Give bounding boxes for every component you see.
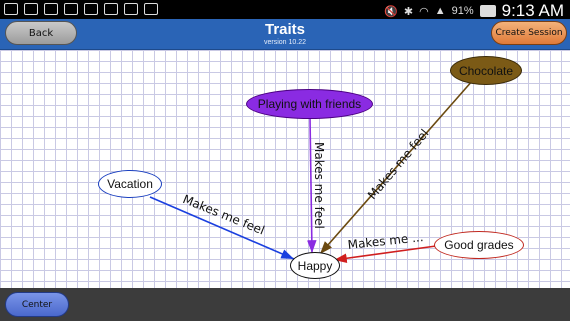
version-label: version 10.22 [263,39,307,46]
checkbox-icon [144,3,158,15]
node-happy[interactable]: Happy [290,252,340,279]
image-icon [4,3,18,15]
notification-icons [4,3,158,15]
clock: 9:13 AM [501,1,564,20]
node-label: Chocolate [458,63,514,78]
node-chocolate[interactable]: Chocolate [450,56,522,85]
edge-label-playing-happy: Makes me feel [312,142,326,229]
mute-icon: 🔇 [384,5,398,18]
voicemail-icon [44,3,58,15]
status-indicators: 🔇 ✱ ◠ ▲ 91% 9:13 AM [384,1,564,21]
header-bar: Back Traits version 10.22 Create Session [0,19,570,50]
node-label: Vacation [107,177,153,191]
signal-icon: ▲ [434,5,446,17]
checkbox-icon [84,3,98,15]
node-playing-with-friends[interactable]: Playing with friends [246,89,373,119]
checkbox-icon [124,3,138,15]
create-session-button[interactable]: Create Session [491,21,567,45]
node-vacation[interactable]: Vacation [98,170,162,198]
node-good-grades[interactable]: Good grades [434,231,524,259]
node-label: Playing with friends [257,97,362,111]
node-label: Happy [297,258,333,273]
battery-icon [479,5,496,17]
mail-icon [64,3,78,15]
node-label: Good grades [444,238,514,252]
battery-percent: 91% [451,5,474,17]
mail-icon [24,3,38,15]
page-title: Traits [264,21,306,38]
diagram-canvas[interactable]: Makes me feel Makes me feel Makes me fee… [0,50,570,288]
center-button[interactable]: Center [5,292,69,317]
checkbox-icon [104,3,118,15]
footer-bar: Center [0,288,570,321]
bluetooth-icon: ✱ [403,5,414,18]
status-bar: 🔇 ✱ ◠ ▲ 91% 9:13 AM [0,0,570,21]
wifi-icon: ◠ [419,5,429,18]
